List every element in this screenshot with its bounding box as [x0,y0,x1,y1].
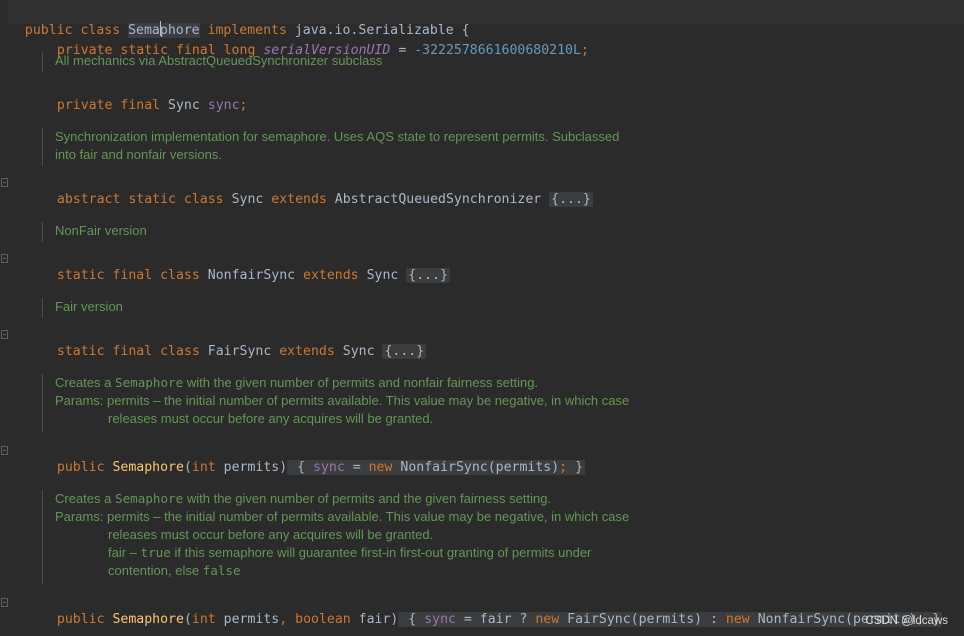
doc-comment-block: Creates a Semaphore with the given numbe… [42,374,629,432]
keyword-token: public [56,460,113,475]
doc-comment-block: Fair version [42,298,123,318]
keyword-token: int [191,460,224,475]
keyword-token: static final class [56,344,208,359]
folded-code-block[interactable]: {...} [549,192,593,207]
doc-text-part: Creates a [55,375,115,390]
doc-code-ref: Semaphore [114,491,184,506]
semicolon-token: ; [239,98,248,113]
doc-code-ref: false [202,563,241,578]
code-line-fair-class[interactable]: static final class FairSync extends Sync… [41,325,427,361]
doc-text-part: with the given number of permits and the… [183,491,552,506]
semicolon-token: ; [559,460,576,475]
doc-text-part: if this semaphore will guarantee first-i… [170,545,592,560]
fold-collapse-icon[interactable] [1,446,8,455]
keyword-token: static final class [56,268,208,283]
doc-text: Fair version [55,299,123,314]
field-token: sync [207,98,240,113]
code-line-constructor-1[interactable]: public Semaphore(int permits) { sync = n… [41,441,586,477]
doc-text: Creates a Semaphore with the given numbe… [55,490,629,508]
code-line-sync-field[interactable]: private final Sync sync; [41,79,248,115]
doc-text: Creates a Semaphore with the given numbe… [55,374,629,392]
operator-token: = fair ? [455,612,536,627]
type-token: Sync [231,192,272,207]
code-line-nonfair-class[interactable]: static final class NonfairSync extends S… [41,249,450,285]
keyword-token: extends [303,268,367,283]
paren-token: ( [183,612,192,627]
code-line-constructor-2[interactable]: public Semaphore(int permits, boolean fa… [41,593,943,629]
folded-code-block[interactable]: { sync = fair ? new FairSync(permits) : … [398,612,943,627]
type-token: NonfairSync [207,268,304,283]
doc-text-part: contention, else [108,563,203,578]
folded-code-block[interactable]: { sync = new NonfairSync(permits); } [287,460,586,475]
call-token: FairSync(permits) : [567,612,726,627]
keyword-token: extends [271,192,335,207]
operator-token: = [344,460,369,475]
semicolon-token: ; [580,43,589,58]
keyword-token: new [535,612,568,627]
doc-text: Params: permits – the initial number of … [55,393,630,408]
doc-text-part: with the given number of permits and non… [183,375,539,390]
operator-token: = [390,43,415,58]
doc-text: Synchronization implementation for semap… [55,129,620,144]
doc-text: All mechanics via AbstractQueuedSynchron… [55,53,383,68]
brace-token: } [575,460,584,475]
field-token: sync [424,612,456,627]
call-token: NonfairSync(permits) [400,460,560,475]
brace-token: { [400,612,425,627]
type-token: FairSync [207,344,280,359]
doc-text: releases must occur before any acquires … [108,411,434,426]
type-token: Sync [168,98,208,113]
keyword-token: int [191,612,224,627]
method-token: Semaphore [112,612,184,627]
number-token: -3222578661600680210L [414,43,581,58]
keyword-token: new [368,460,401,475]
watermark-text: CSDN @ldcaws [865,615,948,627]
keyword-token: public [56,612,113,627]
folded-code-block[interactable]: {...} [406,268,450,283]
fold-collapse-icon[interactable] [1,598,8,607]
keyword-token: boolean [295,612,359,627]
editor-gutter [0,0,8,636]
doc-text: into fair and nonfair versions. [55,147,222,162]
param-token: permits) [223,460,288,475]
param-token: fair) [358,612,399,627]
doc-code-ref: true [140,545,171,560]
keyword-token: abstract static class [56,192,232,207]
doc-comment-block: NonFair version [42,222,147,242]
type-token: AbstractQueuedSynchronizer [334,192,550,207]
brace-token: { [289,460,314,475]
doc-comment-block: Creates a Semaphore with the given numbe… [42,490,629,584]
doc-text-part: fair – [108,545,141,560]
doc-text: NonFair version [55,223,147,238]
doc-text: fair – true if this semaphore will guara… [55,544,629,562]
doc-code-ref: Semaphore [114,375,184,390]
doc-text: contention, else false [55,562,629,580]
keyword-token: new [725,612,758,627]
field-token: sync [313,460,345,475]
doc-text: Params: permits – the initial number of … [55,509,630,524]
type-token: Sync [342,344,383,359]
doc-comment-block: All mechanics via AbstractQueuedSynchron… [42,52,382,72]
type-token: Sync [366,268,407,283]
fold-collapse-icon[interactable] [1,330,8,339]
doc-text-part: Creates a [55,491,115,506]
folded-code-block[interactable]: {...} [382,344,427,359]
doc-text: releases must occur before any acquires … [108,527,434,542]
method-token: Semaphore [112,460,184,475]
keyword-token: private final [56,98,169,113]
doc-comment-block: Synchronization implementation for semap… [42,128,619,166]
comma-token: , [279,612,296,627]
paren-token: ( [183,460,192,475]
fold-collapse-icon[interactable] [1,178,8,187]
keyword-token: extends [279,344,343,359]
param-token: permits [223,612,280,627]
fold-collapse-icon[interactable] [1,254,8,263]
code-line-sync-class[interactable]: abstract static class Sync extends Abstr… [41,173,593,209]
